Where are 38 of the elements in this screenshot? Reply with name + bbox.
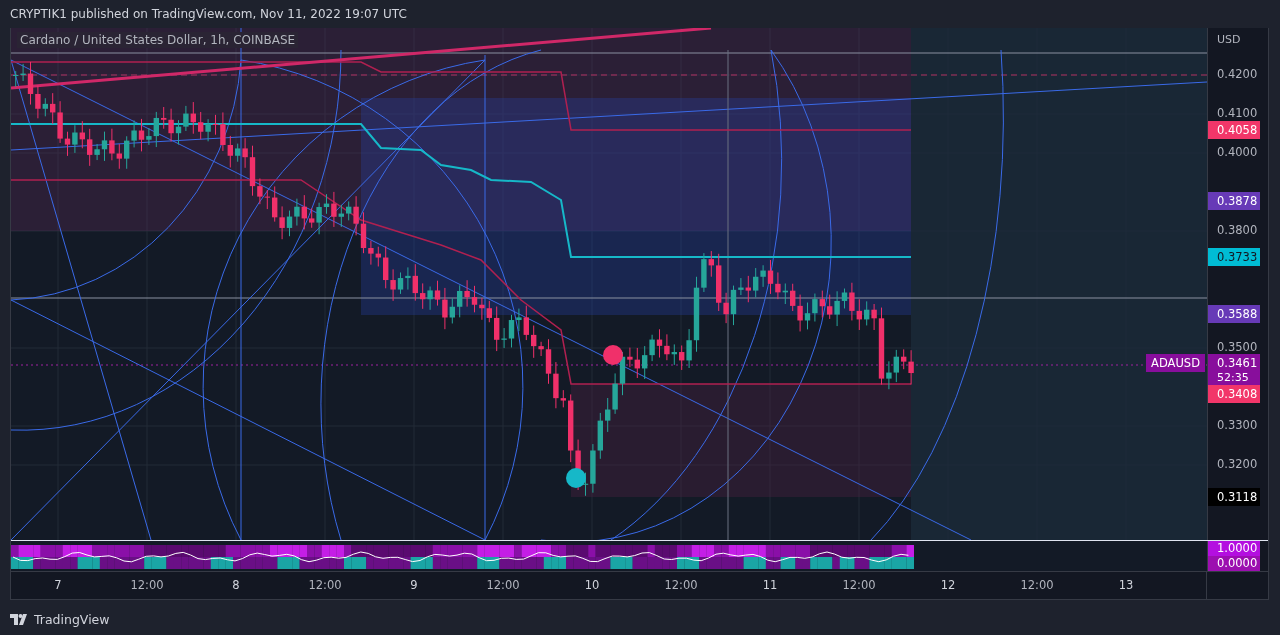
- time-label: 10: [583, 577, 601, 594]
- indicator-value-tag: 1.0000: [1208, 541, 1260, 556]
- price-value: 0.3733: [1217, 249, 1259, 266]
- time-label: 8: [231, 577, 241, 594]
- price-tick: 0.3300: [1217, 418, 1258, 432]
- time-label: 7: [53, 577, 63, 594]
- price-tick: 0.3800: [1217, 223, 1258, 237]
- time-label: 12:00: [1019, 577, 1055, 594]
- publish-info: CRYPTIK1 published on TradingView.com, Nov 11, 2022 19:07 UTC: [9, 6, 408, 23]
- price-value: 0.3408: [1217, 386, 1259, 403]
- time-label: 11: [761, 577, 779, 594]
- signal-dot: [566, 468, 586, 488]
- logo-icon: [10, 613, 30, 626]
- price-value: 0.3588: [1217, 305, 1259, 322]
- time-label: 12:00: [129, 577, 165, 594]
- time-label: 12:00: [663, 577, 699, 594]
- price-tick: 0.4200: [1217, 67, 1258, 81]
- price-tick: 0.3500: [1217, 340, 1258, 354]
- price-tick: 0.4100: [1217, 106, 1258, 120]
- price-value: 0.4058: [1217, 122, 1259, 139]
- chart-title: Cardano / United States Dollar, 1h, COINBASE: [17, 32, 299, 48]
- symbol-tag: ADAUSD: [1146, 354, 1205, 373]
- brand-name: TradingView: [34, 612, 110, 627]
- time-label: 12:00: [485, 577, 521, 594]
- price-value: 0.3878: [1217, 192, 1259, 209]
- time-label: 12:00: [307, 577, 343, 594]
- price-tick: 0.3200: [1217, 457, 1258, 471]
- currency-label: USD: [1217, 33, 1241, 46]
- signal-dot: [603, 345, 623, 365]
- countdown-timer: 52:35: [1217, 371, 1250, 385]
- time-label: 12: [939, 577, 957, 594]
- time-label: 12:00: [841, 577, 877, 594]
- time-label: 13: [1117, 577, 1135, 594]
- price-value: 0.3461: [1217, 355, 1259, 372]
- price-tick: 0.4000: [1217, 145, 1258, 159]
- time-label: 9: [409, 577, 419, 594]
- indicator-value-tag: 0.0000: [1208, 556, 1260, 571]
- price-value: 0.3118: [1217, 488, 1259, 505]
